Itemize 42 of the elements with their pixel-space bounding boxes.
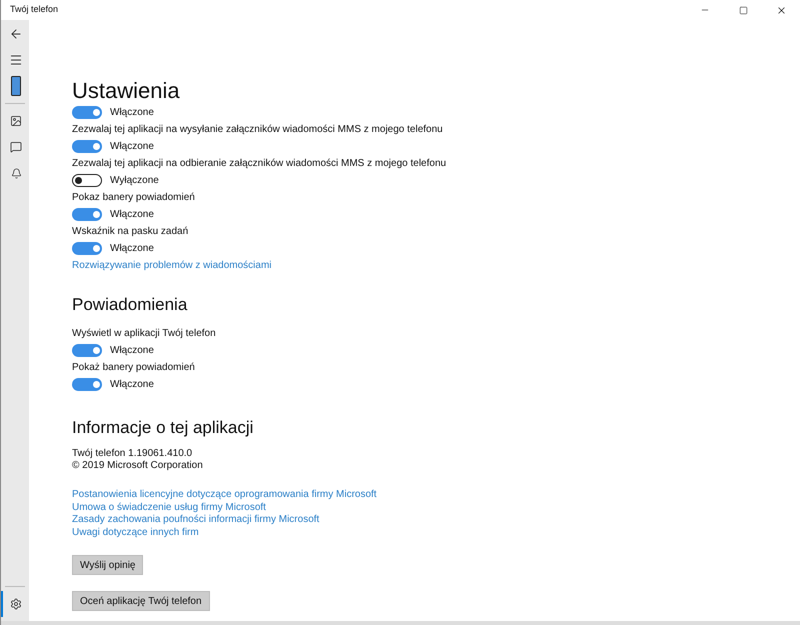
toggle-switch[interactable] xyxy=(72,242,102,255)
toggle-state: Włączone xyxy=(110,208,154,222)
toggle-state: Włączone xyxy=(110,242,154,256)
back-icon xyxy=(9,27,23,41)
setting-label: Wyświetl w aplikacji Twój telefon xyxy=(72,327,217,341)
section-heading: Informacje o tej aplikacji xyxy=(72,417,254,439)
link[interactable]: Zasady zachowania poufności informacji firmy Microsoft xyxy=(72,514,320,526)
photos-icon xyxy=(10,115,22,127)
toggle-switch[interactable] xyxy=(72,378,102,391)
setting-label: Pokaz banery powiadomień xyxy=(72,191,196,205)
toggle-state: Włączone xyxy=(110,140,154,154)
message-icon xyxy=(10,141,22,153)
settings-icon xyxy=(10,598,22,610)
toggle-switch[interactable] xyxy=(72,174,102,187)
toggle-state: Wyłączone xyxy=(110,174,159,188)
phone-icon xyxy=(11,76,21,96)
toggle-switch[interactable] xyxy=(72,344,102,357)
action-button[interactable]: Oceń aplikację Twój telefon xyxy=(72,591,210,611)
setting-label: Zezwalaj tej aplikacji na wysyłanie załączników wiadomości MMS z mojego telefonu xyxy=(72,123,444,137)
link[interactable]: Rozwiązywanie problemów z wiadomościami xyxy=(72,258,272,273)
window-title: Twój telefon xyxy=(10,3,58,16)
action-button[interactable]: Wyślij opinię xyxy=(72,555,144,575)
setting-label: Wskaźnik na pasku zadań xyxy=(72,225,190,239)
link[interactable]: Umowa o świadczenie usług firmy Microsoft xyxy=(72,502,266,514)
bell-icon xyxy=(10,168,22,178)
section-heading: Ustawienia xyxy=(72,78,181,104)
link[interactable]: Postanowienia licencyjne dotyczące oprogramowania firmy Microsoft xyxy=(72,489,377,502)
setting-label: Zezwalaj tej aplikacji na odbieranie załączników wiadomości MMS z mojego telefonu xyxy=(72,157,448,171)
copyright-text: © 2019 Microsoft Corporation xyxy=(72,460,204,472)
toggle-state: Włączone xyxy=(110,378,154,392)
toggle-switch[interactable] xyxy=(72,106,102,119)
toggle-switch[interactable] xyxy=(72,208,102,221)
setting-label: Pokaż banery powiadomień xyxy=(72,361,196,375)
version-text: Twój telefon 1.19061.410.0 xyxy=(72,448,194,460)
maximize-icon xyxy=(738,6,748,14)
menu-icon xyxy=(9,53,23,67)
toggle-state: Włączone xyxy=(110,106,154,120)
toggle-state: Włączone xyxy=(110,344,154,358)
toggle-switch[interactable] xyxy=(72,140,102,153)
section-heading: Powiadomienia xyxy=(72,294,188,316)
close-icon xyxy=(776,4,786,16)
link[interactable]: Uwagi dotyczące innych firm xyxy=(72,526,199,539)
